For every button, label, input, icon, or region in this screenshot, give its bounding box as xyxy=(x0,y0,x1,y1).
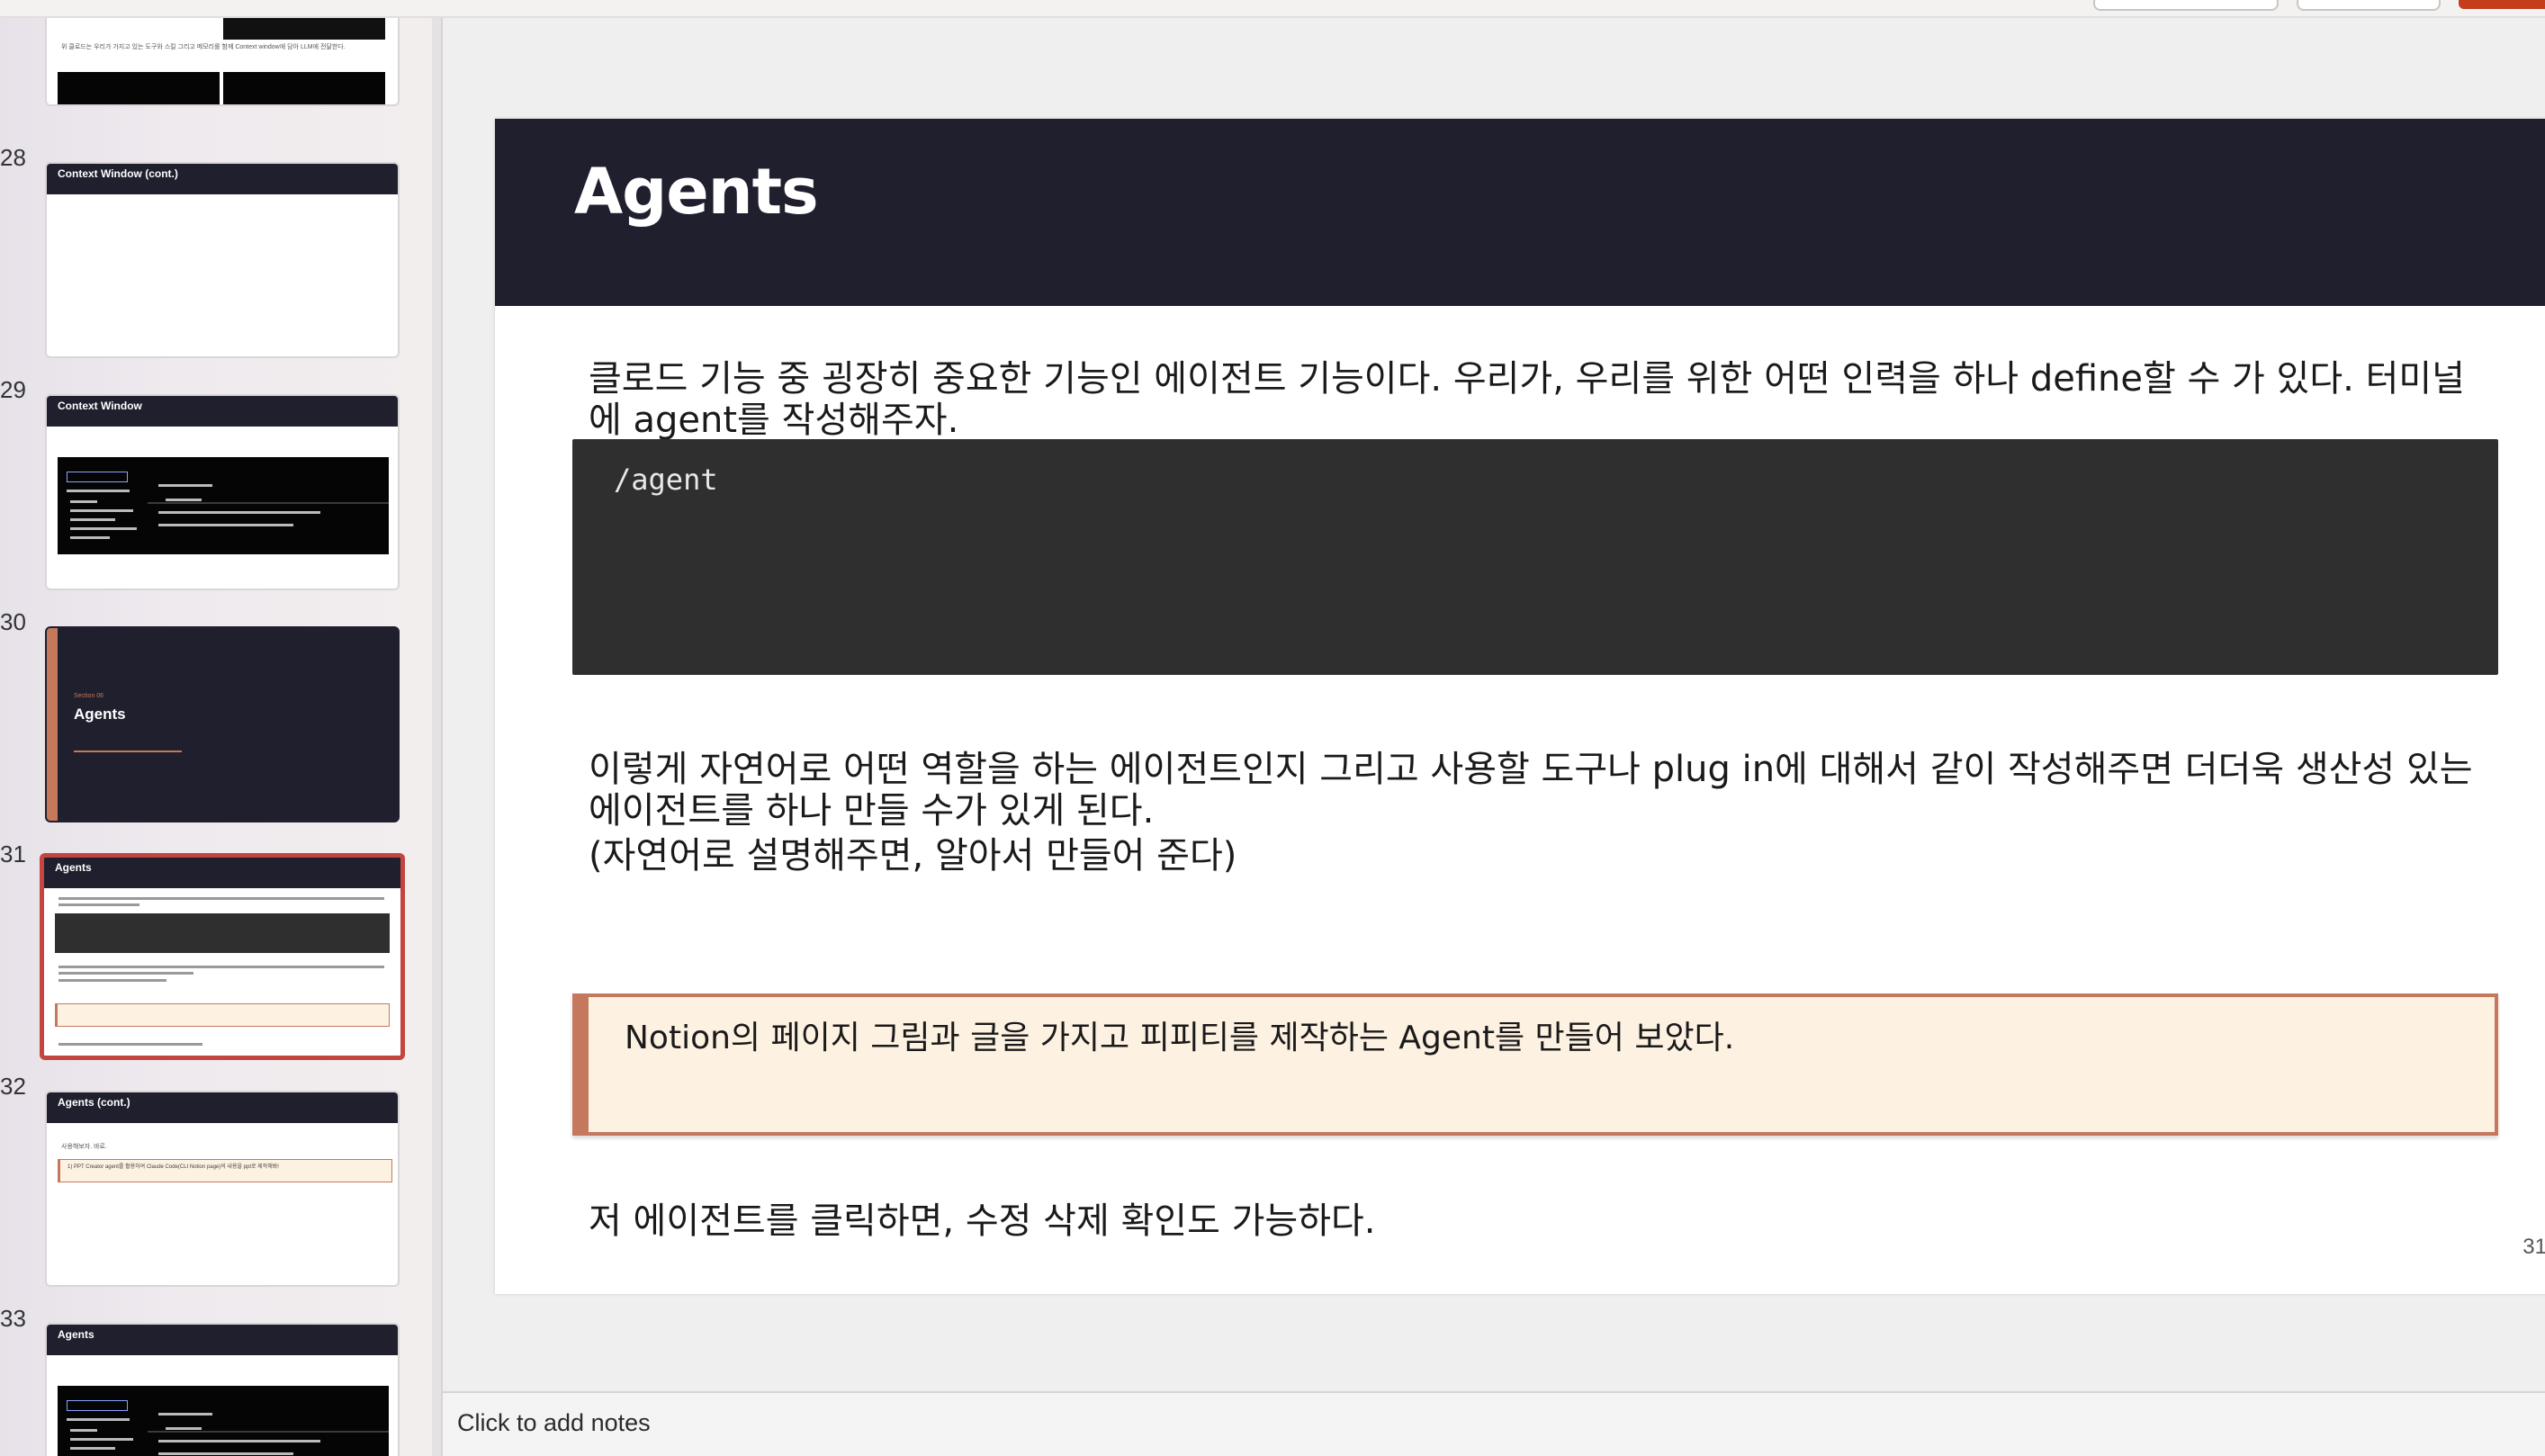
thumbnail-title: Agents xyxy=(74,706,126,723)
slide-number: 31 xyxy=(0,840,26,867)
slide-header-bar: Agents xyxy=(495,119,2545,306)
slide-number: 28 xyxy=(0,144,26,171)
thumbnail-caption: 위 클로드는 우리가 가지고 있는 도구와 스킬 그리고 메모리를 함께 Con… xyxy=(61,44,346,50)
slide-paragraph-intro[interactable]: 클로드 기능 중 굉장히 중요한 기능인 에이전트 기능이다. 우리가, 우리를… xyxy=(589,358,2487,441)
slide-thumbnail[interactable]: 위 클로드는 우리가 가지고 있는 도구와 스킬 그리고 메모리를 함께 Con… xyxy=(45,18,400,106)
thumbnail-callout: 1) PPT Creator agent를 활용하여 Claude Code(C… xyxy=(58,1159,392,1182)
ribbon-strip xyxy=(0,0,2545,18)
slide-number: 30 xyxy=(0,608,26,635)
thumbnail-title: Agents xyxy=(47,1325,398,1355)
slide-paragraph-description[interactable]: 이렇게 자연어로 어떤 역할을 하는 에이전트인지 그리고 사용할 도구나 pl… xyxy=(589,749,2487,831)
share-button[interactable] xyxy=(2459,0,2545,9)
thumbnail-terminal-image xyxy=(58,1386,389,1456)
slide-paragraph-note[interactable]: (자연어로 설명해주면, 알아서 만들어 준다) xyxy=(589,835,2487,876)
slide-thumbnail[interactable]: Section 06 Agents xyxy=(45,626,400,822)
slide-thumbnail[interactable]: Agents (cont.) 사용해보자. 바로. 1) PPT Creator… xyxy=(45,1091,400,1287)
slide-thumbnail[interactable]: Context Window (cont.) xyxy=(45,162,400,358)
slide-thumbnail[interactable]: Agents xyxy=(45,1323,400,1456)
callout-text: Notion의 페이지 그림과 글을 가지고 피피티를 제작하는 Agent를 … xyxy=(625,1020,1735,1056)
notes-pane[interactable]: Click to add notes xyxy=(443,1391,2545,1456)
thumbnail-title: Agents (cont.) xyxy=(47,1092,398,1123)
thumbnail-title: Agents xyxy=(44,858,400,888)
code-block[interactable]: /agent xyxy=(572,439,2498,675)
slide-thumbnail-selected[interactable]: Agents xyxy=(40,853,405,1060)
slide-number-label: 31 xyxy=(2523,1235,2545,1259)
thumbnail-title: Context Window xyxy=(47,396,398,427)
slide-editor[interactable]: Agents 클로드 기능 중 굉장히 중요한 기능인 에이전트 기능이다. 우… xyxy=(443,18,2545,1391)
slide-number: 32 xyxy=(0,1073,26,1100)
ribbon-button[interactable] xyxy=(2093,0,2279,11)
thumbnail-caption: 사용해보자. 바로. xyxy=(61,1144,107,1150)
slide-number: 33 xyxy=(0,1305,26,1332)
current-slide[interactable]: Agents 클로드 기능 중 굉장히 중요한 기능인 에이전트 기능이다. 우… xyxy=(495,119,2545,1294)
notes-placeholder[interactable]: Click to add notes xyxy=(457,1409,651,1437)
slide-number: 29 xyxy=(0,376,26,403)
slide-thumbnail-pane[interactable]: 위 클로드는 우리가 가지고 있는 도구와 스킬 그리고 메모리를 함께 Con… xyxy=(0,18,443,1456)
thumbnail-subtitle: Section 06 xyxy=(74,693,104,699)
thumbnail-terminal-image xyxy=(58,457,389,554)
code-text: /agent xyxy=(614,463,718,497)
slide-thumbnail[interactable]: Context Window xyxy=(45,394,400,590)
slide-paragraph-footer[interactable]: 저 에이전트를 클릭하면, 수정 삭제 확인도 가능하다. xyxy=(589,1200,2487,1242)
ribbon-button[interactable] xyxy=(2297,0,2441,11)
slide-title[interactable]: Agents xyxy=(574,155,819,229)
callout-box[interactable]: Notion의 페이지 그림과 글을 가지고 피피티를 제작하는 Agent를 … xyxy=(572,993,2498,1136)
thumbnail-scrollbar[interactable] xyxy=(432,18,441,1456)
thumbnail-title: Context Window (cont.) xyxy=(47,164,398,194)
